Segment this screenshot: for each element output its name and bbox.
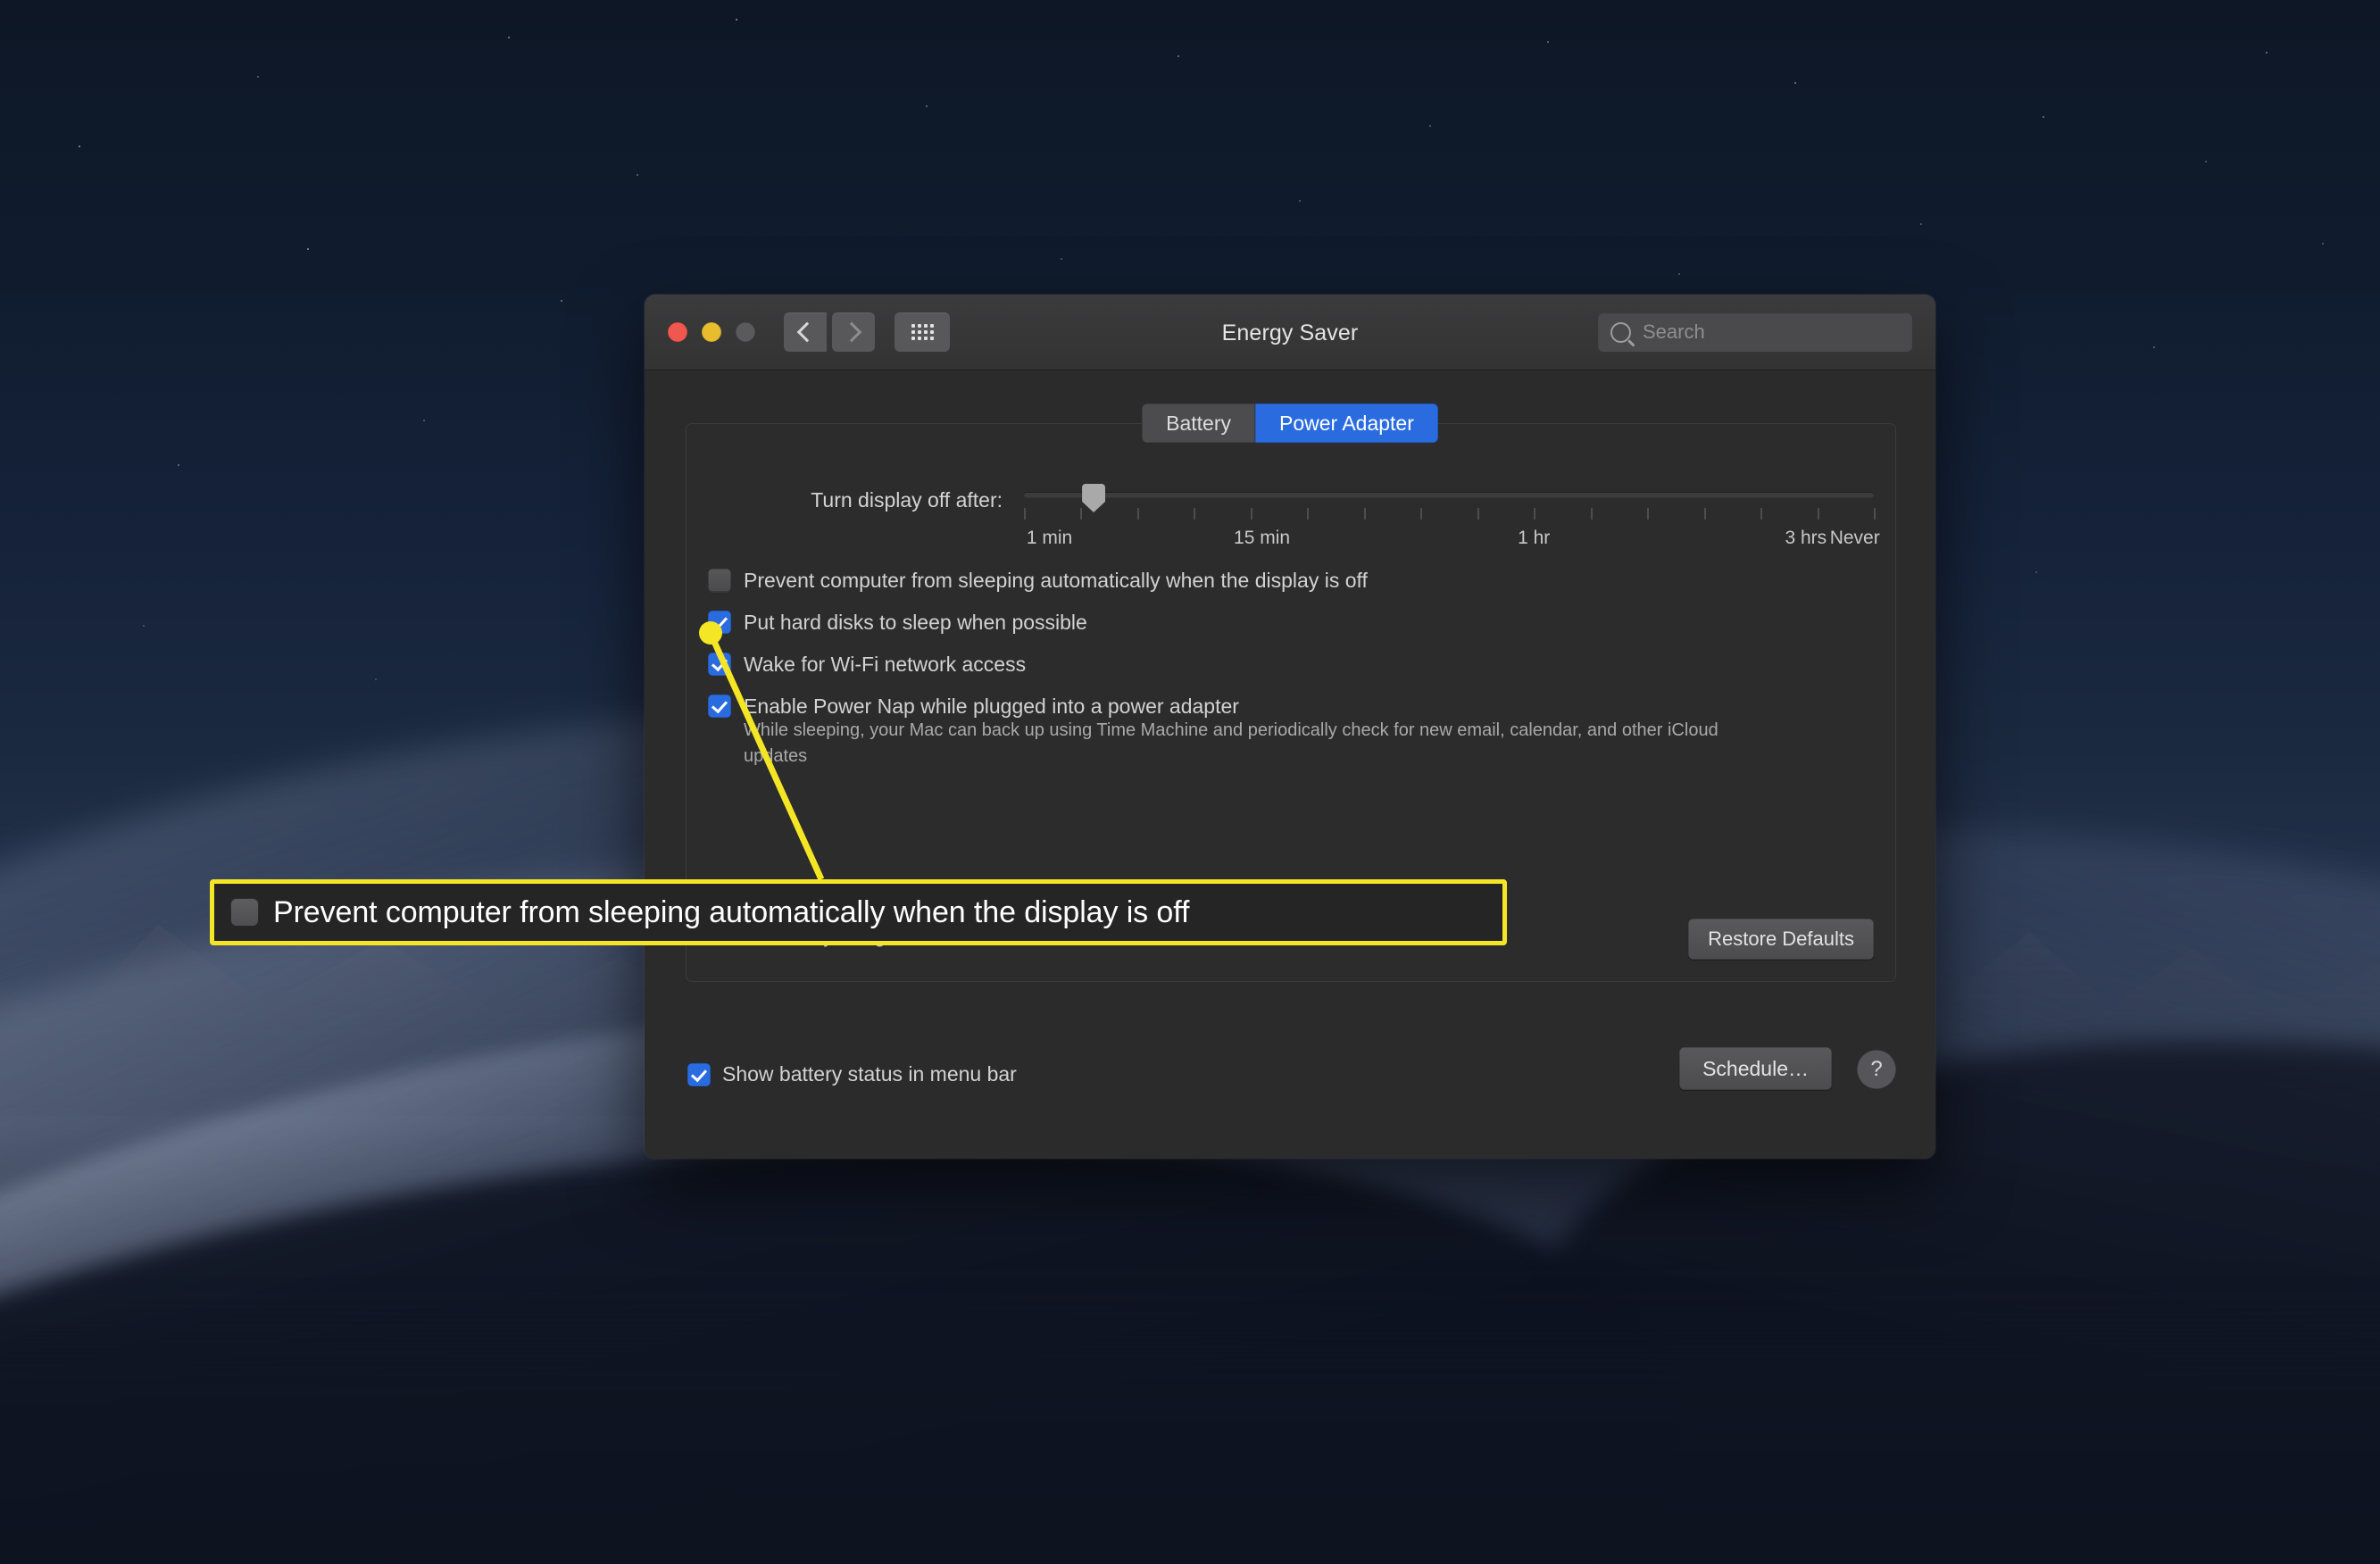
slider-scale-labels: 1 min 15 min 1 hr 3 hrs Never [1024, 528, 1880, 554]
slider-tick [1703, 508, 1706, 520]
checkbox-row-power-nap[interactable]: Enable Power Nap while plugged into a po… [708, 693, 1874, 720]
display-sleep-label: Turn display off after: [811, 488, 1003, 512]
slider-tick [1760, 508, 1763, 520]
wake-wifi-label: Wake for Wi-Fi network access [744, 653, 1027, 676]
slider-tick [1024, 508, 1026, 520]
slider-scale-label: 1 min [1026, 528, 1073, 548]
checkbox-row-prevent-sleep[interactable]: Prevent computer from sleeping automatic… [708, 567, 1874, 594]
power-source-tabs: Battery Power Adapter [645, 403, 1935, 443]
power-nap-label: Enable Power Nap while plugged into a po… [744, 695, 1239, 718]
show-battery-status-row[interactable]: Show battery status in menu bar [687, 1061, 1017, 1086]
slider-tick [1307, 508, 1310, 520]
settings-panel: Turn display off after: 1 min 15 min 1 hr 3… [686, 423, 1896, 982]
energy-saver-window: Energy Saver Battery Power Adapter Turn … [645, 295, 1935, 1159]
show-battery-status-label: Show battery status in menu bar [722, 1062, 1017, 1086]
slider-scale-label: 3 hrs [1785, 528, 1827, 548]
slider-tick [1194, 508, 1196, 520]
checkbox-row-hard-disk-sleep[interactable]: Put hard disks to sleep when possible [708, 609, 1874, 636]
search-field[interactable] [1598, 312, 1912, 352]
window-titlebar: Energy Saver [645, 295, 1935, 370]
slider-tick [1477, 508, 1479, 520]
slider-tick [1250, 508, 1252, 520]
battery-charge-status: Current battery charge: 14% [708, 927, 944, 947]
slider-tick [1590, 508, 1593, 520]
restore-defaults-button[interactable]: Restore Defaults [1688, 919, 1874, 960]
show-battery-status-checkbox[interactable] [687, 1063, 711, 1086]
slider-scale-label: 15 min [1234, 528, 1291, 548]
display-sleep-slider-row: Turn display off after: 1 min 15 min 1 hr 3… [687, 479, 1895, 548]
slider-tick [1136, 508, 1139, 520]
window-body: Battery Power Adapter Turn display off a… [645, 370, 1935, 1159]
slider-tick [1874, 508, 1876, 520]
slider-track[interactable] [1024, 492, 1874, 497]
help-button[interactable]: ? [1857, 1050, 1896, 1089]
slider-tick [1534, 508, 1536, 520]
search-input[interactable] [1641, 320, 1912, 345]
hard-disk-sleep-label: Put hard disks to sleep when possible [744, 611, 1087, 634]
prevent-sleep-checkbox[interactable] [708, 569, 731, 592]
hard-disk-sleep-checkbox[interactable] [708, 611, 731, 634]
slider-tick [1647, 508, 1650, 520]
power-nap-checkbox[interactable] [708, 695, 731, 718]
checkbox-row-wake-wifi[interactable]: Wake for Wi-Fi network access [708, 651, 1874, 678]
prevent-sleep-label: Prevent computer from sleeping automatic… [744, 569, 1368, 592]
slider-tick [1080, 508, 1083, 520]
slider-scale-label: 1 hr [1518, 528, 1551, 548]
power-nap-description: While sleeping, your Mac can back up usi… [744, 720, 1718, 766]
search-icon [1610, 321, 1631, 343]
tab-power-adapter[interactable]: Power Adapter [1255, 403, 1438, 443]
slider-tick [1363, 508, 1366, 520]
energy-options-list: Prevent computer from sleeping automatic… [708, 567, 1874, 770]
slider-tick [1817, 508, 1819, 520]
wake-wifi-checkbox[interactable] [708, 653, 731, 676]
schedule-button[interactable]: Schedule… [1679, 1047, 1832, 1090]
slider-scale-label: Never [1829, 528, 1880, 548]
tab-battery[interactable]: Battery [1142, 403, 1255, 443]
slider-tick [1420, 508, 1423, 520]
dune-bottom-shadow [0, 1339, 2380, 1564]
slider-tick-marks [1024, 508, 1876, 520]
